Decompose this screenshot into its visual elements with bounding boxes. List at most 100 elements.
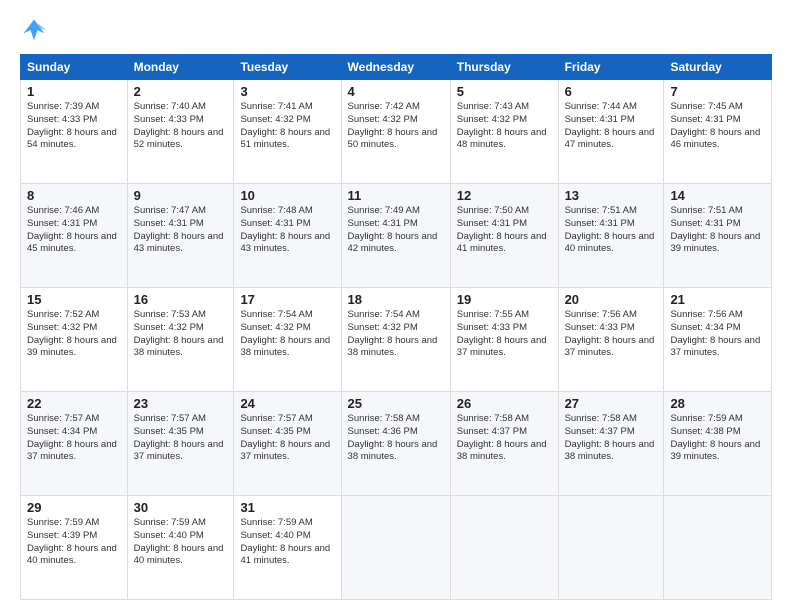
calendar-day-cell: 3 Sunrise: 7:41 AM Sunset: 4:32 PM Dayli…: [234, 80, 341, 184]
day-number: 5: [457, 84, 552, 99]
sunset-label: Sunset: 4:31 PM: [27, 218, 97, 229]
weekday-header: Thursday: [450, 55, 558, 80]
day-number: 3: [240, 84, 334, 99]
daylight-label: Daylight: 8 hours and 39 minutes.: [670, 231, 760, 255]
sunrise-label: Sunrise: 7:57 AM: [27, 413, 99, 424]
daylight-label: Daylight: 8 hours and 39 minutes.: [670, 439, 760, 463]
sunset-label: Sunset: 4:40 PM: [240, 530, 310, 541]
calendar-day-cell: 21 Sunrise: 7:56 AM Sunset: 4:34 PM Dayl…: [664, 288, 772, 392]
day-info: Sunrise: 7:51 AM Sunset: 4:31 PM Dayligh…: [565, 205, 658, 256]
daylight-label: Daylight: 8 hours and 54 minutes.: [27, 127, 117, 151]
sunrise-label: Sunrise: 7:57 AM: [134, 413, 206, 424]
calendar-day-cell: [664, 496, 772, 600]
calendar-day-cell: 24 Sunrise: 7:57 AM Sunset: 4:35 PM Dayl…: [234, 392, 341, 496]
sunset-label: Sunset: 4:38 PM: [670, 426, 740, 437]
day-number: 11: [348, 188, 444, 203]
calendar-day-cell: 19 Sunrise: 7:55 AM Sunset: 4:33 PM Dayl…: [450, 288, 558, 392]
day-number: 9: [134, 188, 228, 203]
calendar-week-row: 1 Sunrise: 7:39 AM Sunset: 4:33 PM Dayli…: [21, 80, 772, 184]
calendar-day-cell: 22 Sunrise: 7:57 AM Sunset: 4:34 PM Dayl…: [21, 392, 128, 496]
day-number: 29: [27, 500, 121, 515]
calendar-day-cell: 10 Sunrise: 7:48 AM Sunset: 4:31 PM Dayl…: [234, 184, 341, 288]
day-info: Sunrise: 7:57 AM Sunset: 4:34 PM Dayligh…: [27, 413, 121, 464]
daylight-label: Daylight: 8 hours and 41 minutes.: [240, 543, 330, 567]
day-info: Sunrise: 7:43 AM Sunset: 4:32 PM Dayligh…: [457, 101, 552, 152]
calendar-day-cell: 6 Sunrise: 7:44 AM Sunset: 4:31 PM Dayli…: [558, 80, 664, 184]
sunrise-label: Sunrise: 7:58 AM: [565, 413, 637, 424]
sunrise-label: Sunrise: 7:59 AM: [134, 517, 206, 528]
day-info: Sunrise: 7:57 AM Sunset: 4:35 PM Dayligh…: [134, 413, 228, 464]
sunset-label: Sunset: 4:33 PM: [134, 114, 204, 125]
day-number: 23: [134, 396, 228, 411]
day-info: Sunrise: 7:54 AM Sunset: 4:32 PM Dayligh…: [240, 309, 334, 360]
sunset-label: Sunset: 4:36 PM: [348, 426, 418, 437]
calendar-day-cell: 31 Sunrise: 7:59 AM Sunset: 4:40 PM Dayl…: [234, 496, 341, 600]
day-info: Sunrise: 7:52 AM Sunset: 4:32 PM Dayligh…: [27, 309, 121, 360]
daylight-label: Daylight: 8 hours and 42 minutes.: [348, 231, 438, 255]
day-number: 20: [565, 292, 658, 307]
weekday-header: Saturday: [664, 55, 772, 80]
day-info: Sunrise: 7:41 AM Sunset: 4:32 PM Dayligh…: [240, 101, 334, 152]
calendar-week-row: 8 Sunrise: 7:46 AM Sunset: 4:31 PM Dayli…: [21, 184, 772, 288]
daylight-label: Daylight: 8 hours and 37 minutes.: [240, 439, 330, 463]
day-number: 26: [457, 396, 552, 411]
sunset-label: Sunset: 4:31 PM: [240, 218, 310, 229]
sunset-label: Sunset: 4:31 PM: [670, 114, 740, 125]
sunset-label: Sunset: 4:31 PM: [348, 218, 418, 229]
day-number: 8: [27, 188, 121, 203]
sunrise-label: Sunrise: 7:51 AM: [565, 205, 637, 216]
sunrise-label: Sunrise: 7:44 AM: [565, 101, 637, 112]
weekday-header: Monday: [127, 55, 234, 80]
daylight-label: Daylight: 8 hours and 46 minutes.: [670, 127, 760, 151]
day-info: Sunrise: 7:44 AM Sunset: 4:31 PM Dayligh…: [565, 101, 658, 152]
sunrise-label: Sunrise: 7:56 AM: [565, 309, 637, 320]
sunrise-label: Sunrise: 7:52 AM: [27, 309, 99, 320]
sunset-label: Sunset: 4:32 PM: [457, 114, 527, 125]
sunset-label: Sunset: 4:37 PM: [457, 426, 527, 437]
calendar-day-cell: 23 Sunrise: 7:57 AM Sunset: 4:35 PM Dayl…: [127, 392, 234, 496]
logo: [20, 16, 52, 44]
calendar-day-cell: 25 Sunrise: 7:58 AM Sunset: 4:36 PM Dayl…: [341, 392, 450, 496]
sunrise-label: Sunrise: 7:59 AM: [240, 517, 312, 528]
day-number: 17: [240, 292, 334, 307]
calendar-day-cell: 26 Sunrise: 7:58 AM Sunset: 4:37 PM Dayl…: [450, 392, 558, 496]
sunrise-label: Sunrise: 7:58 AM: [348, 413, 420, 424]
calendar-day-cell: 14 Sunrise: 7:51 AM Sunset: 4:31 PM Dayl…: [664, 184, 772, 288]
day-info: Sunrise: 7:48 AM Sunset: 4:31 PM Dayligh…: [240, 205, 334, 256]
day-number: 30: [134, 500, 228, 515]
sunset-label: Sunset: 4:40 PM: [134, 530, 204, 541]
calendar-day-cell: 5 Sunrise: 7:43 AM Sunset: 4:32 PM Dayli…: [450, 80, 558, 184]
daylight-label: Daylight: 8 hours and 43 minutes.: [134, 231, 224, 255]
calendar-day-cell: 8 Sunrise: 7:46 AM Sunset: 4:31 PM Dayli…: [21, 184, 128, 288]
day-number: 25: [348, 396, 444, 411]
day-info: Sunrise: 7:55 AM Sunset: 4:33 PM Dayligh…: [457, 309, 552, 360]
calendar-day-cell: 27 Sunrise: 7:58 AM Sunset: 4:37 PM Dayl…: [558, 392, 664, 496]
calendar-day-cell: 12 Sunrise: 7:50 AM Sunset: 4:31 PM Dayl…: [450, 184, 558, 288]
calendar-day-cell: 28 Sunrise: 7:59 AM Sunset: 4:38 PM Dayl…: [664, 392, 772, 496]
day-info: Sunrise: 7:51 AM Sunset: 4:31 PM Dayligh…: [670, 205, 765, 256]
day-number: 6: [565, 84, 658, 99]
sunset-label: Sunset: 4:34 PM: [670, 322, 740, 333]
day-info: Sunrise: 7:50 AM Sunset: 4:31 PM Dayligh…: [457, 205, 552, 256]
day-number: 13: [565, 188, 658, 203]
page: SundayMondayTuesdayWednesdayThursdayFrid…: [0, 0, 792, 612]
day-number: 4: [348, 84, 444, 99]
daylight-label: Daylight: 8 hours and 40 minutes.: [134, 543, 224, 567]
sunrise-label: Sunrise: 7:57 AM: [240, 413, 312, 424]
daylight-label: Daylight: 8 hours and 40 minutes.: [27, 543, 117, 567]
day-number: 12: [457, 188, 552, 203]
day-info: Sunrise: 7:49 AM Sunset: 4:31 PM Dayligh…: [348, 205, 444, 256]
daylight-label: Daylight: 8 hours and 37 minutes.: [27, 439, 117, 463]
sunset-label: Sunset: 4:31 PM: [457, 218, 527, 229]
sunset-label: Sunset: 4:31 PM: [134, 218, 204, 229]
sunset-label: Sunset: 4:31 PM: [565, 218, 635, 229]
sunset-label: Sunset: 4:32 PM: [27, 322, 97, 333]
day-number: 10: [240, 188, 334, 203]
weekday-header: Sunday: [21, 55, 128, 80]
day-number: 21: [670, 292, 765, 307]
day-info: Sunrise: 7:47 AM Sunset: 4:31 PM Dayligh…: [134, 205, 228, 256]
day-info: Sunrise: 7:56 AM Sunset: 4:34 PM Dayligh…: [670, 309, 765, 360]
sunset-label: Sunset: 4:32 PM: [240, 114, 310, 125]
calendar-day-cell: 4 Sunrise: 7:42 AM Sunset: 4:32 PM Dayli…: [341, 80, 450, 184]
calendar-day-cell: 20 Sunrise: 7:56 AM Sunset: 4:33 PM Dayl…: [558, 288, 664, 392]
